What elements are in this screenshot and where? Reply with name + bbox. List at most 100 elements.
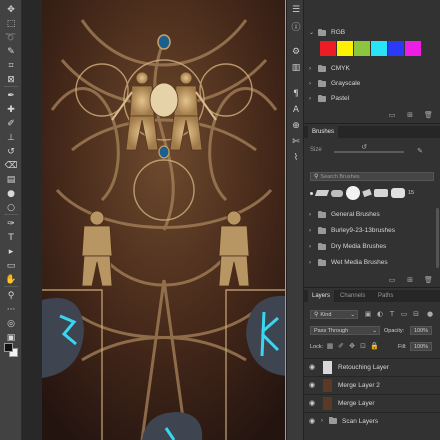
chevron-right-icon[interactable]: › [309,96,315,102]
new-swatch-icon[interactable]: ⊞ [406,112,414,119]
color-swatch[interactable] [337,41,353,56]
chevron-right-icon[interactable]: › [309,212,315,218]
chevron-right-icon[interactable]: › [321,418,327,424]
filter-pixel-icon[interactable]: ▣ [364,311,372,318]
layer-name[interactable]: Scan Layers [342,418,378,425]
blend-mode-select[interactable]: Pass Through ⌄ [310,326,380,335]
visibility-eye-icon[interactable]: ◉ [309,399,319,407]
opacity-input[interactable]: 100% [410,326,432,335]
frame-icon[interactable]: ⊠ [4,74,18,86]
new-group-icon[interactable]: ▭ [388,112,396,119]
visibility-eye-icon[interactable]: ◉ [309,417,319,425]
tab-paths[interactable]: Paths [374,290,397,302]
foreground-color-swatch[interactable] [4,343,13,352]
marquee-icon[interactable]: ⬚ [4,18,18,30]
chevron-down-icon[interactable]: ⌄ [309,29,315,36]
pen-icon[interactable]: ✑ [4,218,18,230]
new-brush-group-icon[interactable]: ▭ [388,277,396,284]
lock-image-icon[interactable]: ✐ [337,343,345,350]
move-icon[interactable]: ✥ [4,4,18,16]
brush-tip[interactable] [374,189,388,197]
brush-tip[interactable] [331,189,343,197]
more-tools-icon[interactable]: ··· [4,304,18,316]
swatch-group-rgb[interactable]: ⌄ RGB [304,26,440,39]
brush-tip[interactable] [314,190,330,196]
chevron-right-icon[interactable]: › [309,81,315,87]
brush-size-slider[interactable] [334,151,404,153]
fill-input[interactable]: 100% [410,342,432,351]
tab-brushes[interactable]: Brushes [308,126,339,138]
blur-icon[interactable]: ● [4,188,18,200]
properties-icon[interactable]: ⚙ [290,46,302,58]
type-icon[interactable]: T [4,232,18,244]
libraries-icon[interactable]: ▥ [290,62,302,74]
brush-group-general[interactable]: › General Brushes [304,208,440,221]
layer-row-merge[interactable]: ◉ Merge Layer [304,394,440,411]
adjustments-icon[interactable]: ☰ [290,4,302,16]
filter-type-icon[interactable]: T [388,311,396,318]
tab-layers[interactable]: Layers [308,290,335,302]
color-swatch[interactable] [371,41,387,56]
paragraph-icon[interactable]: ¶ [290,88,302,100]
delete-swatch-icon[interactable]: 🗑 [424,112,433,119]
spot-heal-icon[interactable]: ✚ [4,104,18,116]
clone-stamp-icon[interactable]: ⊥ [4,132,18,144]
visibility-eye-icon[interactable]: ◉ [309,381,319,389]
layer-filter-kind[interactable]: ⚲ Kind ⌄ [310,310,358,319]
layer-row-retouching[interactable]: ◉ Retouching Layer [304,358,440,375]
layer-name[interactable]: Merge Layer 2 [338,382,380,389]
layer-row-scan-layers[interactable]: ◉ › Scan Layers [304,412,440,429]
new-brush-icon[interactable]: ⊞ [406,277,414,284]
swatch-group-cmyk[interactable]: › CMYK [304,62,440,75]
brush-tip[interactable] [362,188,372,198]
character-icon[interactable]: A [290,104,302,116]
zoom-icon[interactable]: ⚲ [4,290,18,302]
swatch-group-grayscale[interactable]: › Grayscale [304,77,440,90]
filter-smart-object-icon[interactable]: ⊟ [412,311,420,318]
quick-select-icon[interactable]: ✎ [4,46,18,58]
history-brush-icon[interactable]: ↺ [4,146,18,158]
color-swatch[interactable] [354,41,370,56]
chevron-right-icon[interactable]: › [309,66,315,72]
info-icon[interactable]: ⓘ [290,20,302,33]
lock-transparency-icon[interactable]: ▦ [326,343,334,350]
quick-mask-icon[interactable]: ◎ [4,318,18,330]
layer-name[interactable]: Retouching Layer [338,364,389,371]
layer-row-merge-2[interactable]: ◉ Merge Layer 2 [304,376,440,393]
paths-icon[interactable]: ✄ [290,136,302,148]
brush-group-burley[interactable]: › Burley9-23-13brushes [304,224,440,237]
chevron-right-icon[interactable]: › [309,244,315,250]
document-canvas-area[interactable] [22,0,286,440]
brush-preset-strip[interactable]: 15 [310,184,434,202]
brush-group-dry-media[interactable]: › Dry Media Brushes [304,240,440,253]
lock-all-icon[interactable]: 🔒 [370,343,379,350]
crop-icon[interactable]: ⌗ [4,60,18,72]
path-select-icon[interactable]: ▸ [4,246,18,258]
brushes-scrollbar[interactable] [436,208,439,268]
visibility-eye-icon[interactable]: ◉ [309,363,319,371]
artwork-canvas[interactable] [42,0,286,440]
hand-icon[interactable]: ✋ [4,274,18,286]
chevron-right-icon[interactable]: › [309,228,315,234]
color-swatch[interactable] [388,41,404,56]
filter-adjustment-icon[interactable]: ◐ [376,311,384,318]
dodge-icon[interactable]: ○ [4,202,18,214]
brush-search-input[interactable]: ⚲ Search Brushes [310,172,434,181]
brush-tip[interactable] [391,188,405,198]
lock-artboard-icon[interactable]: ⊡ [359,343,367,350]
reset-size-icon[interactable]: ↺ [360,144,368,151]
eraser-icon[interactable]: ⌫ [4,160,18,172]
color-swatch[interactable] [320,41,336,56]
color-swatch[interactable] [405,41,421,56]
chevron-right-icon[interactable]: › [309,260,315,266]
rectangle-icon[interactable]: ▭ [4,260,18,272]
brush-group-wet-media[interactable]: › Wet Media Brushes [304,256,440,269]
eyedropper-icon[interactable]: ✒ [4,90,18,102]
filter-shape-icon[interactable]: ▭ [400,311,408,318]
brush-settings-icon[interactable]: ⌇ [290,152,302,164]
brush-tip[interactable] [346,186,360,200]
lock-position-icon[interactable]: ✥ [348,343,356,350]
brush-settings-icon[interactable]: ✎ [416,148,424,155]
brush-icon[interactable]: ✐ [4,118,18,130]
delete-brush-icon[interactable]: 🗑 [424,277,433,284]
